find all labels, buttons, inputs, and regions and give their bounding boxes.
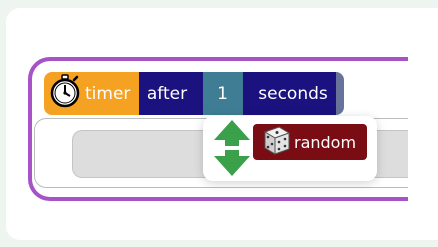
random-block[interactable]: random	[253, 124, 367, 160]
suggestion-popup: random	[203, 116, 377, 181]
up-down-arrows-icon[interactable]	[210, 118, 254, 178]
dice-icon	[257, 124, 291, 160]
after-segment: after	[139, 72, 195, 115]
timer-segment[interactable]: timer	[44, 72, 139, 115]
seconds-label: seconds	[258, 83, 328, 104]
duration-slot-wrap: 1	[195, 72, 250, 115]
seconds-segment: seconds	[250, 72, 336, 115]
random-label: random	[294, 132, 357, 152]
after-label: after	[146, 83, 188, 104]
duration-input[interactable]: 1	[202, 72, 243, 115]
stopwatch-icon	[49, 74, 81, 113]
timer-block-header[interactable]: timer after 1 seconds	[44, 72, 344, 115]
timer-label: timer	[85, 83, 131, 104]
block-end-cap	[336, 72, 344, 115]
